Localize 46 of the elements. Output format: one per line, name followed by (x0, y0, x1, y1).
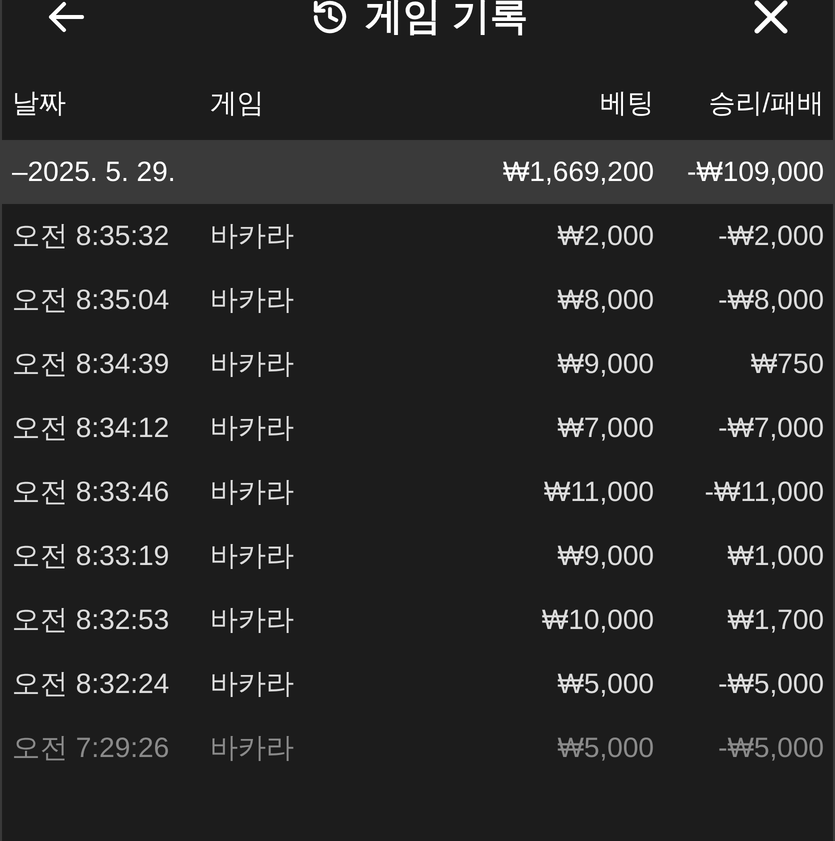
column-header: 승리/패배 (708, 86, 824, 120)
time-cell-text: 오전 8:35:32 (12, 219, 170, 253)
bet-cell-text: ₩5,000 (558, 731, 654, 765)
close-icon (753, 0, 789, 35)
game-cell-text: 바카라 (210, 283, 295, 317)
column-header: 베팅 (600, 86, 654, 120)
date-group-row[interactable]: –2025. 5. 29. ₩1,669,200 -₩109,000 (2, 140, 833, 204)
group-result-total: -₩109,000 (687, 155, 824, 189)
result-cell-text: -₩8,000 (718, 283, 824, 317)
game-cell-text: 바카라 (210, 411, 295, 445)
game-cell-text: 바카라 (210, 667, 295, 701)
bet-cell-text: ₩8,000 (558, 283, 654, 317)
time-cell-text: 오전 8:33:19 (12, 539, 170, 573)
bet-cell-text: ₩11,000 (544, 475, 654, 509)
game-cell-text: 바카라 (210, 475, 295, 509)
result-cell-text: ₩1,700 (728, 603, 824, 637)
result-cell-text: -₩7,000 (718, 411, 824, 445)
group-date: –2025. 5. 29. (12, 155, 176, 189)
result-cell-text: -₩2,000 (718, 219, 824, 253)
time-cell-text: 오전 8:33:46 (12, 475, 170, 509)
back-arrow-icon (46, 0, 86, 35)
time-cell-text: 오전 8:35:04 (12, 283, 170, 317)
bet-cell-text: ₩10,000 (542, 603, 654, 637)
result-cell-text: ₩750 (750, 347, 824, 381)
game-cell-text: 바카라 (210, 347, 295, 381)
game-cell-text: 바카라 (210, 731, 295, 765)
bet-cell-text: ₩9,000 (558, 347, 654, 381)
bet-cell-text: ₩7,000 (558, 411, 654, 445)
time-cell-text: 오전 7:29:26 (12, 731, 170, 765)
result-cell-text: ₩1,000 (728, 539, 824, 573)
group-bet-total: ₩1,669,200 (503, 155, 654, 189)
time-cell-text: 오전 8:32:53 (12, 603, 170, 637)
bet-cell-text: ₩2,000 (558, 219, 654, 253)
game-cell-text: 바카라 (210, 219, 295, 253)
result-cell-text: -₩5,000 (718, 667, 824, 701)
time-cell-text: 오전 8:34:12 (12, 411, 170, 445)
game-cell-text: 바카라 (210, 603, 295, 637)
column-header: 날짜 (12, 86, 66, 120)
time-cell-text: 오전 8:34:39 (12, 347, 170, 381)
result-cell-text: -₩5,000 (718, 731, 824, 765)
game-cell-text: 바카라 (210, 539, 295, 573)
time-cell-text: 오전 8:32:24 (12, 667, 170, 701)
bet-cell-text: ₩9,000 (558, 539, 654, 573)
bet-cell-text: ₩5,000 (558, 667, 654, 701)
result-cell-text: -₩11,000 (704, 475, 824, 509)
column-header: 게임 (210, 86, 264, 120)
